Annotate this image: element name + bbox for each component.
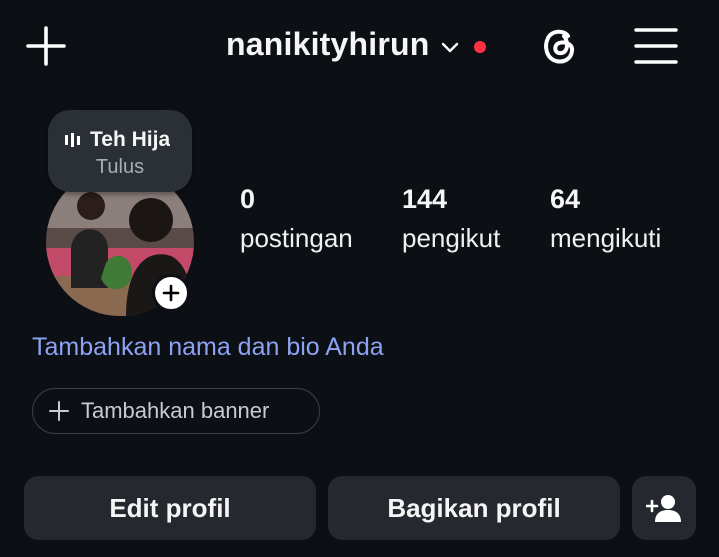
stat-posts[interactable]: 0 postingan: [240, 184, 353, 254]
account-switcher[interactable]: nanikityhirun: [226, 26, 486, 63]
create-button[interactable]: [24, 24, 68, 68]
music-note-bubble[interactable]: Teh Hija Tulus: [48, 110, 192, 192]
plus-icon: [26, 26, 66, 66]
menu-button[interactable]: [632, 24, 680, 68]
following-count: 64: [550, 184, 581, 214]
edit-profile-label: Edit profil: [109, 492, 231, 523]
stat-followers[interactable]: 144 pengikut: [402, 184, 500, 254]
posts-label: postingan: [240, 223, 353, 253]
audio-bars-icon: [65, 133, 80, 147]
share-profile-label: Bagikan profil: [387, 492, 561, 523]
plus-icon: [162, 284, 180, 302]
plus-icon: [49, 401, 69, 421]
note-artist: Tulus: [95, 156, 145, 178]
following-label: mengikuti: [550, 223, 662, 253]
stat-following[interactable]: 64 mengikuti: [550, 184, 661, 254]
chevron-down-icon: [441, 42, 458, 52]
discover-people-button[interactable]: [632, 476, 696, 540]
add-bio-link[interactable]: Tambahkan nama dan bio Anda: [32, 333, 384, 362]
add-banner-label: Tambahkan banner: [81, 398, 270, 423]
hamburger-menu-icon: [634, 28, 678, 64]
posts-count: 0: [240, 184, 256, 214]
notification-dot: [473, 40, 486, 53]
threads-icon: [544, 29, 575, 64]
note-song-title: Teh Hija: [90, 128, 170, 151]
add-person-icon: [646, 495, 681, 522]
add-banner-button[interactable]: Tambahkan banner: [32, 388, 320, 434]
followers-label: pengikut: [402, 223, 501, 253]
share-profile-button[interactable]: Bagikan profil: [328, 476, 620, 540]
username: nanikityhirun: [226, 26, 430, 62]
add-story-button[interactable]: [152, 274, 190, 312]
edit-profile-button[interactable]: Edit profil: [24, 476, 316, 540]
threads-button[interactable]: [538, 24, 582, 68]
followers-count: 144: [402, 184, 448, 214]
